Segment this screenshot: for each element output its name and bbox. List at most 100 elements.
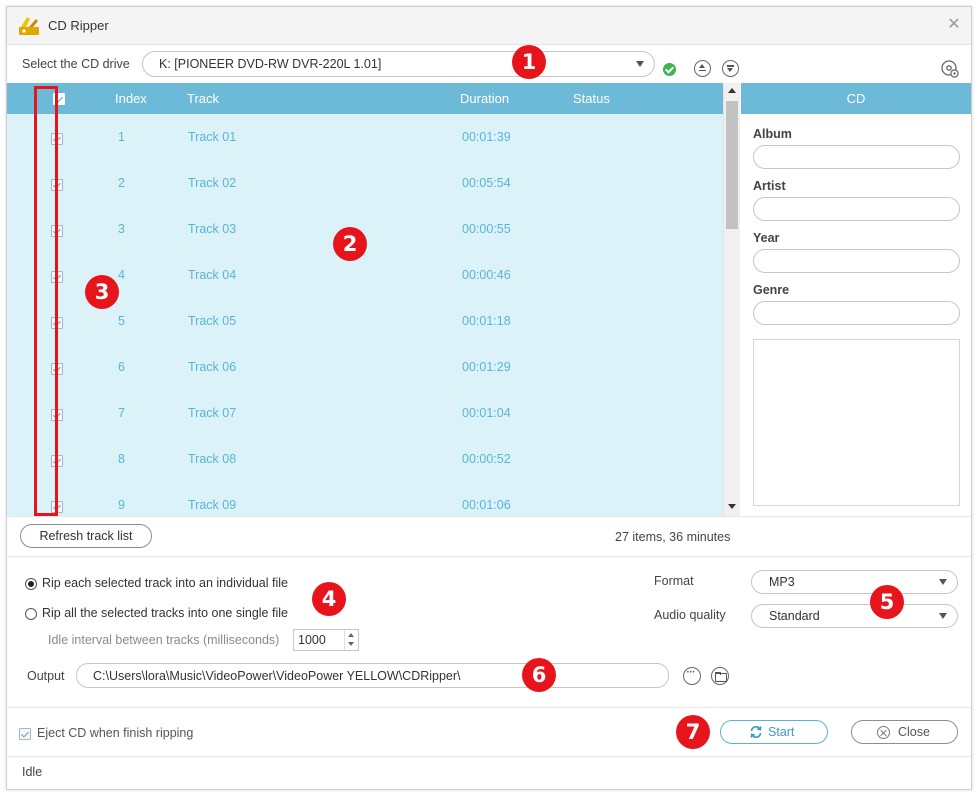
cd-info-panel: CD Album Artist Year Genre — [741, 83, 971, 516]
row-index: 1 — [118, 130, 125, 144]
row-duration: 00:00:55 — [462, 222, 511, 236]
table-row[interactable]: 6 Track 06 00:01:29 — [7, 344, 723, 390]
column-duration: Duration — [460, 91, 510, 106]
genre-field[interactable] — [753, 301, 960, 325]
close-label: Close — [898, 725, 930, 739]
format-label: Format — [654, 574, 694, 588]
table-row[interactable]: 9 Track 09 00:01:06 — [7, 482, 723, 516]
row-duration: 00:01:06 — [462, 498, 511, 512]
open-folder-icon[interactable] — [711, 667, 729, 685]
table-row[interactable]: 1 Track 01 00:01:39 — [7, 114, 723, 160]
row-duration: 00:01:18 — [462, 314, 511, 328]
row-track: Track 08 — [188, 452, 237, 466]
row-duration: 00:01:29 — [462, 360, 511, 374]
browse-more-icon[interactable] — [683, 665, 701, 685]
eject-cd-checkbox[interactable] — [19, 728, 31, 740]
row-track: Track 04 — [188, 268, 237, 282]
start-button[interactable]: Start — [720, 720, 828, 744]
annotation-badge: 5 — [870, 585, 904, 619]
close-circle-icon — [877, 726, 890, 739]
scroll-up-icon[interactable] — [728, 88, 736, 93]
items-summary: 27 items, 36 minutes — [615, 530, 731, 544]
eject-cd-label[interactable]: Eject CD when finish ripping — [37, 726, 193, 740]
format-select-value: MP3 — [769, 575, 795, 589]
eject-icon[interactable] — [694, 60, 711, 77]
stepper-arrows[interactable] — [344, 630, 358, 650]
table-header: Index Track Duration Status — [7, 83, 723, 114]
drive-select-value: K: [PIONEER DVD-RW DVR-220L 1.01] — [159, 57, 382, 71]
audio-quality-select[interactable]: Standard — [751, 604, 958, 628]
cd-artwork-area[interactable] — [753, 339, 960, 506]
chevron-down-icon — [636, 61, 644, 67]
drive-label: Select the CD drive — [22, 57, 130, 71]
row-duration: 00:00:52 — [462, 452, 511, 466]
row-index: 8 — [118, 452, 125, 466]
rip-individual-label[interactable]: Rip each selected track into an individu… — [42, 576, 288, 590]
window-close-icon[interactable]: ✕ — [945, 16, 963, 34]
drive-row: Select the CD drive K: [PIONEER DVD-RW D… — [7, 45, 971, 85]
row-index: 6 — [118, 360, 125, 374]
row-track: Track 03 — [188, 222, 237, 236]
row-track: Track 05 — [188, 314, 237, 328]
drive-select[interactable]: K: [PIONEER DVD-RW DVR-220L 1.01] — [142, 51, 655, 77]
rip-single-label[interactable]: Rip all the selected tracks into one sin… — [42, 606, 288, 620]
app-logo-icon — [19, 17, 39, 35]
annotation-badge: 6 — [522, 658, 556, 692]
start-label: Start — [768, 725, 795, 739]
row-track: Track 09 — [188, 498, 237, 512]
output-path-field[interactable]: C:\Users\lora\Music\VideoPower\VideoPowe… — [76, 663, 669, 688]
refresh-track-list-button[interactable]: Refresh track list — [20, 524, 152, 548]
checkbox-column-highlight — [34, 86, 58, 516]
drive-ready-check-icon — [663, 63, 676, 76]
close-button[interactable]: Close — [851, 720, 958, 744]
row-duration: 00:00:46 — [462, 268, 511, 282]
title-bar: CD Ripper ✕ — [7, 7, 971, 45]
table-row[interactable]: 5 Track 05 00:01:18 — [7, 298, 723, 344]
status-text: Idle — [22, 765, 43, 779]
rip-single-radio[interactable] — [25, 608, 37, 620]
output-label: Output — [27, 669, 65, 683]
rip-individual-radio[interactable] — [25, 578, 37, 590]
album-field[interactable] — [753, 145, 960, 169]
idle-interval-value[interactable]: 1000 — [298, 633, 326, 647]
chevron-down-icon — [939, 613, 947, 619]
track-list-scrollbar[interactable] — [723, 83, 740, 516]
sync-icon — [750, 726, 762, 738]
row-track: Track 01 — [188, 130, 237, 144]
cd-ripper-window: CD Ripper ✕ Select the CD drive K: [PION… — [6, 6, 972, 790]
table-row[interactable]: 2 Track 02 00:05:54 — [7, 160, 723, 206]
row-track: Track 06 — [188, 360, 237, 374]
bottom-bar: Eject CD when finish ripping Start Close — [7, 707, 971, 757]
row-track: Track 02 — [188, 176, 237, 190]
row-index: 3 — [118, 222, 125, 236]
idle-interval-stepper[interactable]: 1000 — [293, 629, 359, 651]
table-row[interactable]: 7 Track 07 00:01:04 — [7, 390, 723, 436]
scroll-down-icon[interactable] — [728, 504, 736, 509]
settings-icon[interactable] — [940, 59, 960, 79]
column-index: Index — [115, 91, 147, 106]
year-field[interactable] — [753, 249, 960, 273]
annotation-badge: 7 — [676, 715, 710, 749]
window-title: CD Ripper — [48, 18, 109, 33]
table-row[interactable]: 8 Track 08 00:00:52 — [7, 436, 723, 482]
column-track: Track — [187, 91, 220, 106]
load-tray-icon[interactable] — [722, 60, 739, 77]
column-status: Status — [573, 91, 610, 106]
output-path-value[interactable]: C:\Users\lora\Music\VideoPower\VideoPowe… — [93, 669, 461, 683]
year-label: Year — [753, 231, 780, 245]
row-duration: 00:01:39 — [462, 130, 511, 144]
stepper-down-icon[interactable] — [348, 642, 354, 646]
annotation-badge: 2 — [333, 227, 367, 261]
format-select[interactable]: MP3 — [751, 570, 958, 594]
annotation-badge: 4 — [312, 582, 346, 616]
scroll-thumb[interactable] — [726, 101, 738, 229]
audio-quality-select-value: Standard — [769, 609, 820, 623]
stepper-up-icon[interactable] — [348, 633, 354, 637]
row-duration: 00:01:04 — [462, 406, 511, 420]
row-index: 4 — [118, 268, 125, 282]
artist-field[interactable] — [753, 197, 960, 221]
row-index: 7 — [118, 406, 125, 420]
refresh-bar: Refresh track list 27 items, 36 minutes — [7, 516, 971, 557]
row-duration: 00:05:54 — [462, 176, 511, 190]
row-track: Track 07 — [188, 406, 237, 420]
